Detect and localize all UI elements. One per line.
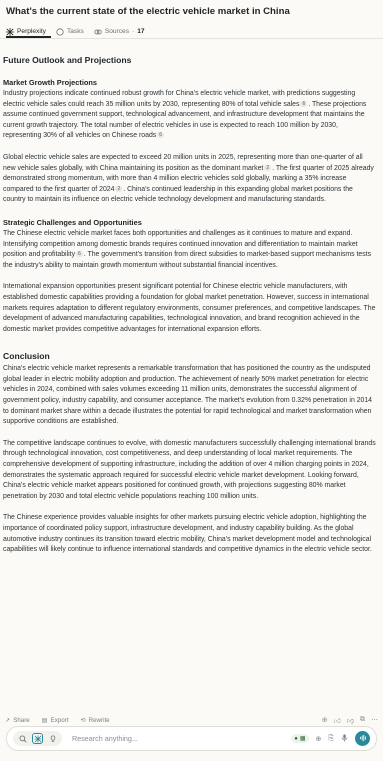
search-input[interactable]: Research anything... xyxy=(72,734,291,743)
search-bar: Research anything... ● ▦ ⊕ ⎘ xyxy=(6,726,377,751)
citation-badge[interactable]: 6 xyxy=(157,132,164,139)
subheading-strategic: Strategic Challenges and Opportunities xyxy=(3,217,142,227)
answer-content: Future Outlook and Projections Market Gr… xyxy=(0,39,383,715)
tab-perplexity[interactable]: Perplexity xyxy=(6,27,46,36)
thumbs-up-icon[interactable]: 👍︎ xyxy=(334,716,341,725)
more-icon[interactable]: ⋯ xyxy=(371,716,378,725)
tasks-icon xyxy=(56,27,64,36)
answer-actions: ↗ Share ▤ Export ⟲ Rewrite ⊕ 👍︎ 👎︎ ⧉ ⋯ xyxy=(0,715,383,726)
paragraph-conclusion-2: The competitive landscape continues to e… xyxy=(3,439,376,500)
research-mode-icon[interactable] xyxy=(32,733,43,744)
copy-icon[interactable]: ⧉ xyxy=(360,716,365,725)
tab-sources-label: Sources xyxy=(104,28,130,35)
export-label: Export xyxy=(50,717,69,724)
tab-tasks[interactable]: Tasks xyxy=(56,27,84,36)
paragraph-conclusion-3: The Chinese experience provides valuable… xyxy=(3,514,372,554)
labs-mode-icon[interactable] xyxy=(47,733,58,744)
export-button[interactable]: ▤ Export xyxy=(42,717,69,724)
sources-separator: · xyxy=(132,28,135,35)
paragraph-growth-2: Global electric vehicle sales are expect… xyxy=(3,153,377,206)
answer-feedback: ⊕ 👍︎ 👎︎ ⧉ ⋯ xyxy=(322,716,378,725)
tab-tasks-label: Tasks xyxy=(66,28,84,35)
tab-sources[interactable]: Sources · 17 xyxy=(94,28,145,36)
chip-icon: ▦ xyxy=(299,736,306,742)
microphone-icon[interactable] xyxy=(341,733,348,744)
citation-badge[interactable]: 2 xyxy=(115,185,123,192)
export-icon: ▤ xyxy=(41,717,48,724)
section-heading-outlook: Future Outlook and Projections xyxy=(3,55,132,65)
tab-perplexity-label: Perplexity xyxy=(17,28,46,35)
rewrite-label: Rewrite xyxy=(88,717,110,724)
globe-source-icon[interactable]: ⊕ xyxy=(316,735,322,743)
search-mode-toggle xyxy=(13,731,62,746)
rewrite-icon: ⟲ xyxy=(80,717,86,724)
attach-icon[interactable]: ⎘ xyxy=(328,735,334,743)
leaf-icon: ● xyxy=(294,735,298,742)
paragraph-growth-1: Industry projections indicate continued … xyxy=(3,89,377,142)
perplexity-icon xyxy=(6,27,14,36)
citation-badge[interactable]: 2 xyxy=(264,164,272,171)
paragraph-conclusion-1: China's electric vehicle market represen… xyxy=(3,365,373,426)
rewrite-button[interactable]: ⟲ Rewrite xyxy=(80,717,109,724)
sources-count: 17 xyxy=(137,28,145,35)
waveform-icon xyxy=(359,734,367,744)
thumbs-down-icon[interactable]: 👎︎ xyxy=(347,716,354,725)
share-icon: ↗ xyxy=(5,717,11,724)
voice-mode-button[interactable] xyxy=(355,731,370,746)
share-label: Share xyxy=(13,717,30,724)
share-button[interactable]: ↗ Share xyxy=(5,717,30,724)
section-heading-conclusion: Conclusion xyxy=(3,351,50,362)
search-mode-icon[interactable] xyxy=(17,733,28,744)
paragraph-strategic-2: International expansion opportunities pr… xyxy=(3,283,376,333)
globe-icon[interactable]: ⊕ xyxy=(322,716,328,725)
subheading-growth: Market Growth Projections xyxy=(3,78,98,87)
search-tools: ● ▦ ⊕ ⎘ xyxy=(291,731,370,746)
citation-badge[interactable]: 6 xyxy=(300,100,308,107)
paragraph-strategic-1: The Chinese electric vehicle market face… xyxy=(3,229,377,271)
thread-title: What's the current state of the electric… xyxy=(6,6,290,17)
thread-header: What's the current state of the electric… xyxy=(0,0,383,39)
thread-tabs: Perplexity Tasks Sources · 17 xyxy=(6,25,377,38)
sources-icon xyxy=(94,28,102,36)
model-selector-pill[interactable]: ● ▦ xyxy=(291,734,309,743)
citation-badge[interactable]: 6 xyxy=(76,251,83,258)
